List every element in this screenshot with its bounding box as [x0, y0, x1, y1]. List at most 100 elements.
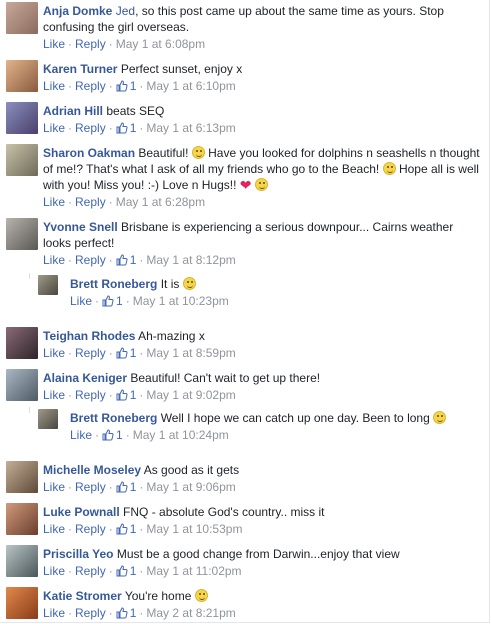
comment-author[interactable]: Brett Roneberg	[70, 411, 157, 425]
like-count[interactable]: 1	[116, 480, 136, 494]
like-button[interactable]: Like	[43, 564, 65, 578]
comment-text: As good as it gets	[143, 463, 240, 477]
separator: ·	[108, 480, 113, 494]
blush-emoji-icon	[194, 589, 208, 602]
timestamp[interactable]: May 1 at 6:10pm	[146, 79, 235, 93]
comment-author[interactable]: Anja Domke	[43, 4, 112, 18]
timestamp[interactable]: May 1 at 10:24pm	[133, 428, 229, 442]
avatar[interactable]	[38, 275, 58, 295]
separator: ·	[125, 428, 130, 442]
reply-button[interactable]: Reply	[75, 564, 106, 578]
avatar[interactable]	[6, 218, 38, 250]
reply-button[interactable]: Reply	[75, 195, 106, 209]
like-button[interactable]: Like	[43, 79, 65, 93]
timestamp[interactable]: May 1 at 9:02pm	[146, 388, 235, 402]
avatar[interactable]	[6, 545, 38, 577]
timestamp[interactable]: May 1 at 6:28pm	[116, 195, 205, 209]
separator: ·	[139, 480, 144, 494]
avatar[interactable]	[6, 503, 38, 535]
tagged-user-link[interactable]: Jed	[116, 4, 135, 18]
comment-author[interactable]: Brett Roneberg	[70, 277, 157, 291]
like-count[interactable]: 1	[102, 294, 123, 308]
separator: ·	[108, 253, 113, 267]
timestamp[interactable]: May 2 at 8:21pm	[146, 606, 235, 620]
comment-author[interactable]: Karen Turner	[43, 62, 117, 76]
reply-button[interactable]: Reply	[75, 253, 106, 267]
comment-actions: Like · Reply · 1 · May 1 at 6:10pm	[43, 78, 480, 94]
reply-button[interactable]: Reply	[75, 522, 106, 536]
reply-button[interactable]: Reply	[75, 480, 106, 494]
avatar[interactable]	[6, 102, 38, 134]
comment-actions: Like · Reply · 1 · May 1 at 9:06pm	[43, 479, 480, 495]
like-button[interactable]: Like	[43, 480, 65, 494]
like-count[interactable]: 1	[116, 606, 136, 620]
like-count[interactable]: 1	[116, 388, 136, 402]
like-count[interactable]: 1	[102, 428, 123, 442]
separator: ·	[108, 564, 113, 578]
like-button[interactable]: Like	[43, 121, 65, 135]
separator: ·	[108, 522, 113, 536]
avatar[interactable]	[6, 2, 38, 34]
reply-button[interactable]: Reply	[75, 606, 106, 620]
reply-button[interactable]: Reply	[75, 346, 106, 360]
comment-author[interactable]: Adrian Hill	[43, 104, 103, 118]
separator: ·	[108, 37, 113, 51]
like-count[interactable]: 1	[116, 522, 136, 536]
avatar[interactable]	[6, 369, 38, 401]
avatar[interactable]	[6, 587, 38, 619]
like-button[interactable]: Like	[43, 253, 65, 267]
comment-author[interactable]: Priscilla Yeo	[43, 547, 114, 561]
like-button[interactable]: Like	[43, 522, 65, 536]
timestamp[interactable]: May 1 at 10:23pm	[133, 294, 229, 308]
reply-button[interactable]: Reply	[75, 79, 106, 93]
reply-button[interactable]: Reply	[75, 37, 106, 51]
like-button[interactable]: Like	[43, 388, 65, 402]
avatar[interactable]	[38, 409, 58, 429]
comment-actions: Like · Reply · 1 · May 1 at 11:02pm	[43, 563, 480, 579]
comment-author[interactable]: Michelle Moseley	[43, 463, 141, 477]
thumbs-up-icon	[102, 429, 114, 441]
separator: ·	[108, 388, 113, 402]
like-count[interactable]: 1	[116, 121, 136, 135]
timestamp[interactable]: May 1 at 10:53pm	[146, 522, 242, 536]
timestamp[interactable]: May 1 at 8:59pm	[146, 346, 235, 360]
like-count[interactable]: 1	[116, 346, 136, 360]
like-count[interactable]: 1	[116, 253, 136, 267]
reply-button[interactable]: Reply	[75, 388, 106, 402]
avatar[interactable]	[6, 461, 38, 493]
timestamp[interactable]: May 1 at 11:02pm	[146, 564, 241, 578]
like-button[interactable]: Like	[70, 294, 92, 308]
separator: ·	[108, 195, 113, 209]
separator: ·	[68, 388, 73, 402]
comment-author[interactable]: Katie Stromer	[43, 589, 122, 603]
comment-author[interactable]: Yvonne Snell	[43, 220, 118, 234]
like-button[interactable]: Like	[70, 428, 92, 442]
thumbs-up-icon	[116, 80, 128, 92]
avatar[interactable]	[6, 60, 38, 92]
separator: ·	[139, 253, 144, 267]
timestamp[interactable]: May 1 at 6:13pm	[146, 121, 235, 135]
comment-actions: Like · Reply · May 1 at 6:08pm	[43, 36, 480, 52]
comment-author[interactable]: Teighan Rhodes	[43, 329, 135, 343]
like-count[interactable]: 1	[116, 564, 136, 578]
separator: ·	[68, 606, 73, 620]
timestamp[interactable]: May 1 at 6:08pm	[116, 37, 205, 51]
timestamp[interactable]: May 1 at 9:06pm	[146, 480, 235, 494]
like-button[interactable]: Like	[43, 346, 65, 360]
like-button[interactable]: Like	[43, 37, 65, 51]
comment-author[interactable]: Luke Pownall	[43, 505, 120, 519]
comment-actions: Like · Reply · 1 · May 1 at 10:53pm	[43, 521, 480, 537]
separator: ·	[139, 606, 144, 620]
comment-author[interactable]: Alaina Keniger	[43, 371, 127, 385]
avatar[interactable]	[6, 144, 38, 176]
avatar[interactable]	[6, 327, 38, 359]
thumbs-up-icon	[116, 523, 128, 535]
timestamp[interactable]: May 1 at 8:12pm	[146, 253, 235, 267]
like-button[interactable]: Like	[43, 606, 65, 620]
like-button[interactable]: Like	[43, 195, 65, 209]
reply-button[interactable]: Reply	[75, 121, 106, 135]
like-count[interactable]: 1	[116, 79, 136, 93]
comment-author[interactable]: Sharon Oakman	[43, 146, 135, 160]
thumbs-up-icon	[102, 295, 114, 307]
comment-actions: Like · Reply · May 1 at 6:28pm	[43, 194, 480, 210]
